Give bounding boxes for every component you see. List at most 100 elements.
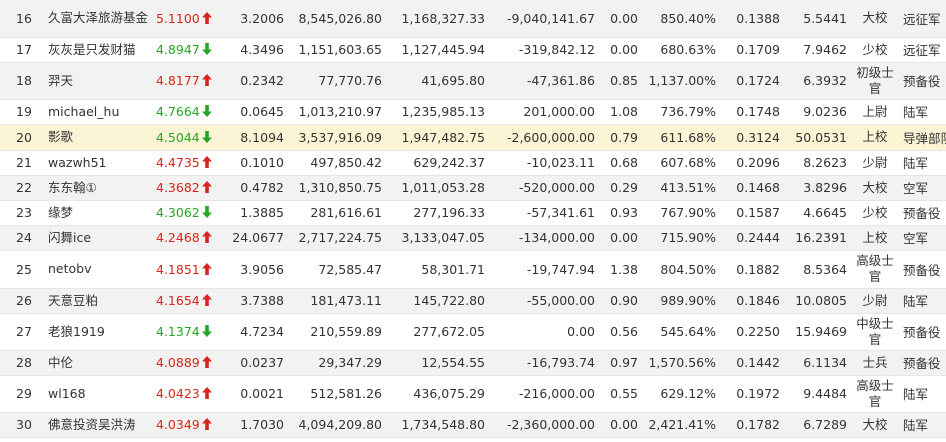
military-rank-cell: 少尉 [853, 288, 897, 314]
military-rank-cell: 少校 [853, 37, 897, 63]
name-cell[interactable]: 天意豆粕 [42, 288, 150, 314]
rank-cell: 20 [0, 124, 42, 151]
table-row[interactable]: 18 羿天 4.8177 0.2342 77,770.76 41,695.80 -47,36… [0, 62, 946, 100]
unit-cell: 空军 [897, 175, 946, 201]
name-cell[interactable]: netobv [42, 250, 150, 289]
name-cell[interactable]: 灰灰是只发财猫 [42, 37, 150, 63]
table-row[interactable]: 26 天意豆粕 4.1654 3.7388 181,473.11 145,722.80 -5… [0, 288, 946, 314]
net-value-cell: 4.0423 [150, 375, 224, 413]
value-col-4: -10,023.11 [491, 150, 601, 176]
table-row[interactable]: 19 michael_hu 4.7664 0.0645 1,013,210.97 1,23… [0, 99, 946, 125]
net-value-cell: 4.0349 [150, 412, 224, 438]
value-col-2: 210,559.89 [290, 313, 388, 351]
table-row[interactable]: 22 东东翰① 4.3682 0.4782 1,310,850.75 1,011,053.… [0, 175, 946, 201]
value-col-6: 736.79% [642, 99, 722, 125]
unit-cell: 陆军 [897, 288, 946, 314]
value-col-6: 804.50% [642, 250, 722, 289]
net-value-cell: 5.1100 [150, 0, 224, 38]
table-row[interactable]: 17 灰灰是只发财猫 4.8947 4.3496 1,151,603.65 1,127,4… [0, 37, 946, 63]
table-row[interactable]: 23 缘梦 4.3062 1.3885 281,616.61 277,196.33 -57,… [0, 200, 946, 226]
name-cell[interactable]: 中伦 [42, 350, 150, 376]
name-cell[interactable]: michael_hu [42, 99, 150, 125]
name-cell[interactable]: 缘梦 [42, 200, 150, 226]
value-col-2: 497,850.42 [290, 150, 388, 176]
value-col-8: 15.9469 [786, 313, 853, 351]
value-col-1: 0.1010 [224, 150, 290, 176]
value-col-8: 50.0531 [786, 124, 853, 151]
value-col-7: 0.1972 [722, 375, 786, 413]
net-value-cell: 4.7664 [150, 99, 224, 125]
value-col-1: 0.0645 [224, 99, 290, 125]
value-col-1: 3.2006 [224, 0, 290, 38]
name-cell[interactable]: wazwh51 [42, 150, 150, 176]
name-cell[interactable]: 影歌 [42, 124, 150, 151]
table-row[interactable]: 16 久富大泽旅游基金 5.1100 3.2006 8,545,026.80 1,168,… [0, 0, 946, 38]
value-col-2: 72,585.47 [290, 250, 388, 289]
name-cell[interactable]: wl168 [42, 375, 150, 413]
arrow-down-icon [201, 105, 212, 117]
ranking-table-body: 16 久富大泽旅游基金 5.1100 3.2006 8,545,026.80 1,168,… [0, 0, 946, 438]
value-col-4: -47,361.86 [491, 62, 601, 100]
table-row[interactable]: 25 netobv 4.1851 3.9056 72,585.47 58,301.71 -1… [0, 250, 946, 289]
table-row[interactable]: 27 老狼1919 4.1374 4.7234 210,559.89 277,672.05… [0, 313, 946, 351]
net-value: 5.1100 [156, 10, 200, 26]
value-col-6: 413.51% [642, 175, 722, 201]
value-col-3: 1,734,548.80 [388, 412, 491, 438]
table-row[interactable]: 21 wazwh51 4.4735 0.1010 497,850.42 629,242.3… [0, 150, 946, 176]
net-value: 4.5044 [156, 129, 200, 145]
value-col-5: 0.93 [601, 200, 642, 226]
value-col-6: 767.90% [642, 200, 722, 226]
net-value: 4.1851 [156, 261, 200, 277]
net-value-cell: 4.3682 [150, 175, 224, 201]
value-col-5: 0.00 [601, 225, 642, 251]
table-row[interactable]: 30 佛意投资吴洪涛 4.0349 1.7030 4,094,209.80 1,734,5… [0, 412, 946, 438]
value-col-3: 1,168,327.33 [388, 0, 491, 38]
net-value-cell: 4.1374 [150, 313, 224, 351]
value-col-5: 0.00 [601, 0, 642, 38]
name-cell[interactable]: 羿天 [42, 62, 150, 100]
military-rank-cell: 上校 [853, 225, 897, 251]
arrow-up-icon [201, 418, 212, 430]
table-row[interactable]: 24 闪舞ice 4.2468 24.0677 2,717,224.75 3,133,04… [0, 225, 946, 251]
rank-cell: 21 [0, 150, 42, 176]
net-value: 4.4735 [156, 155, 200, 170]
value-col-8: 8.5364 [786, 250, 853, 289]
net-value-cell: 4.4735 [150, 150, 224, 176]
value-col-7: 0.1709 [722, 37, 786, 63]
table-row[interactable]: 28 中伦 4.0889 0.0237 29,347.29 12,554.55 -16,79… [0, 350, 946, 376]
arrow-down-icon [201, 43, 212, 55]
name-cell[interactable]: 佛意投资吴洪涛 [42, 412, 150, 438]
name-cell[interactable]: 老狼1919 [42, 313, 150, 351]
value-col-2: 512,581.26 [290, 375, 388, 413]
name-cell[interactable]: 久富大泽旅游基金 [42, 0, 150, 38]
value-col-6: 680.63% [642, 37, 722, 63]
unit-cell: 导弹部队 [897, 124, 946, 151]
arrow-up-icon [201, 11, 212, 24]
value-col-6: 607.68% [642, 150, 722, 176]
value-col-8: 5.5441 [786, 0, 853, 38]
value-col-1: 3.9056 [224, 250, 290, 289]
military-rank-cell: 上尉 [853, 99, 897, 125]
table-row[interactable]: 29 wl168 4.0423 0.0021 512,581.26 436,075.29-… [0, 375, 946, 413]
net-value: 4.2468 [156, 230, 200, 245]
value-col-4: -134,000.00 [491, 225, 601, 251]
net-value: 4.0349 [156, 417, 200, 432]
table-row[interactable]: 20 影歌 4.5044 8.1094 3,537,916.09 1,947,482.75… [0, 124, 946, 151]
arrow-up-icon [201, 356, 212, 368]
value-col-6: 1,570.56% [642, 350, 722, 376]
arrow-up-icon [201, 262, 212, 275]
value-col-5: 0.56 [601, 313, 642, 351]
value-col-6: 989.90% [642, 288, 722, 314]
rank-cell: 26 [0, 288, 42, 314]
unit-cell: 陆军 [897, 412, 946, 438]
rank-cell: 19 [0, 99, 42, 125]
net-value: 4.7664 [156, 104, 200, 119]
value-col-3: 1,235,985.13 [388, 99, 491, 125]
unit-cell: 远征军 [897, 0, 946, 38]
value-col-5: 0.85 [601, 62, 642, 100]
name-cell[interactable]: 东东翰① [42, 175, 150, 201]
name-cell[interactable]: 闪舞ice [42, 225, 150, 251]
military-rank-cell: 上校 [853, 124, 897, 151]
value-col-1: 3.7388 [224, 288, 290, 314]
rank-cell: 18 [0, 62, 42, 100]
